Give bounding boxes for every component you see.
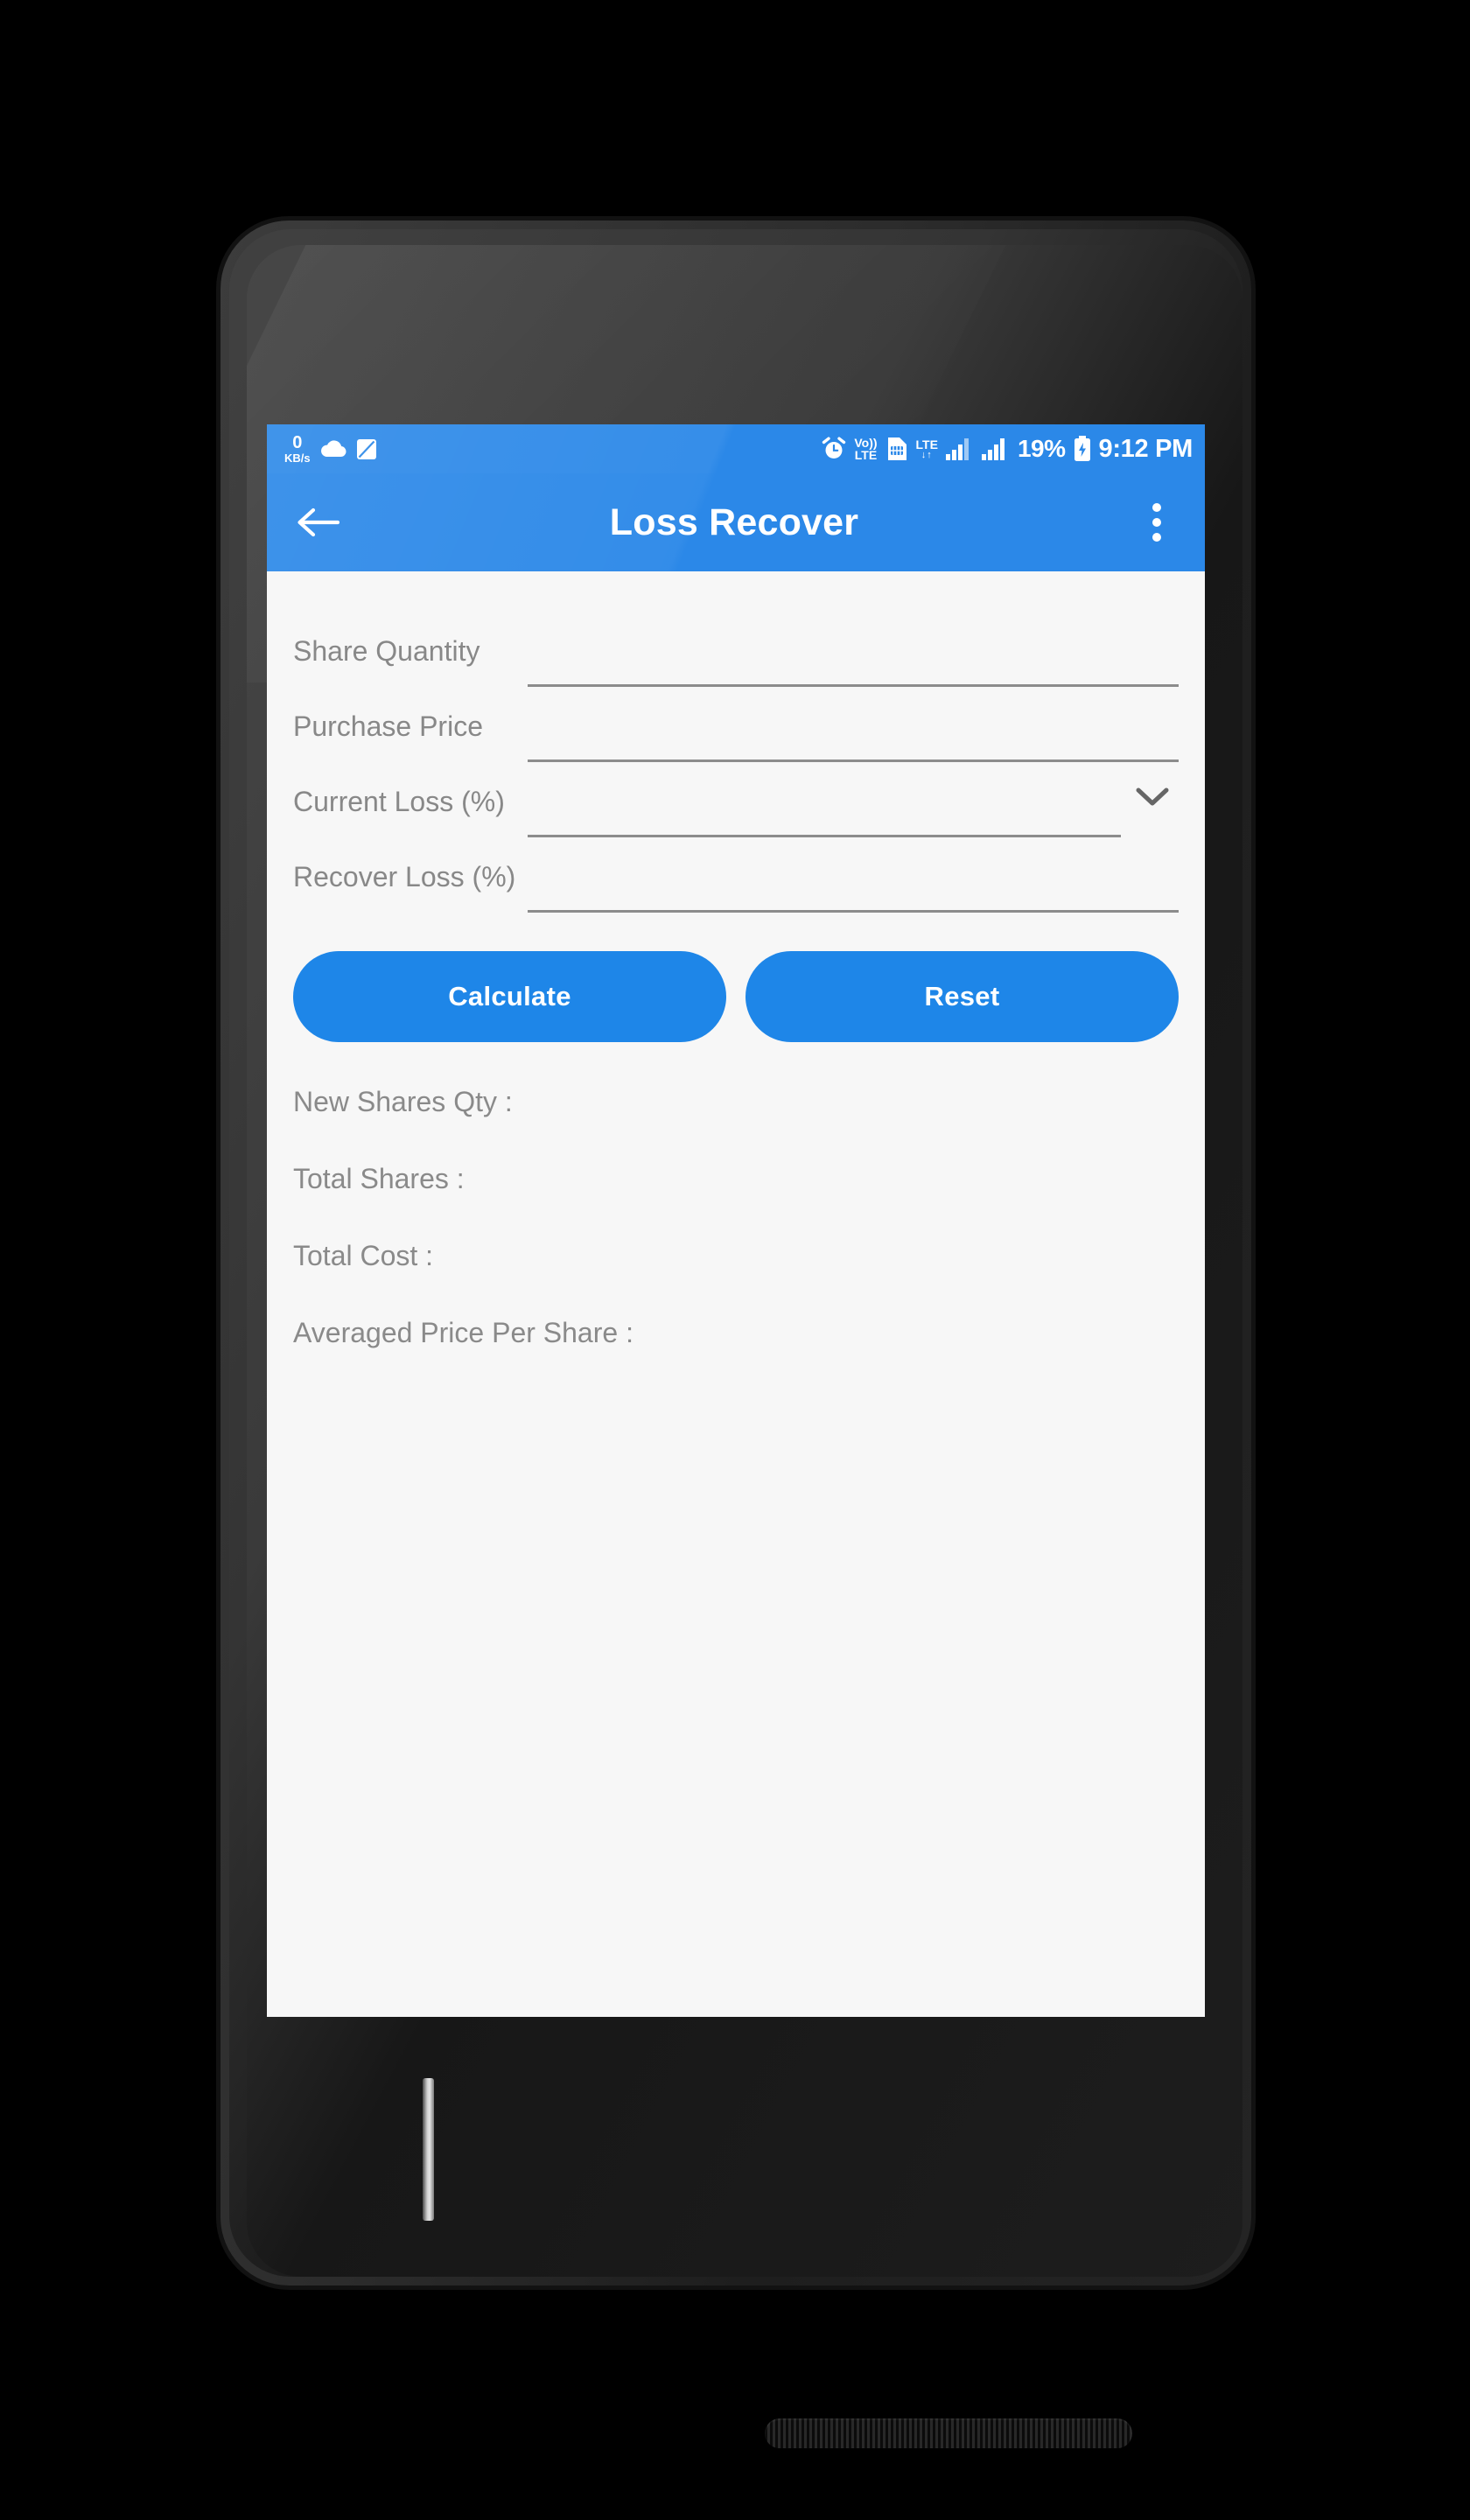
- result-total-cost: Total Cost :: [293, 1240, 434, 1271]
- results-area: New Shares Qty : Total Shares : Total Co…: [267, 1042, 1205, 1349]
- purchase-price-input[interactable]: [528, 708, 1179, 762]
- reset-button[interactable]: Reset: [746, 951, 1179, 1042]
- volte-icon: Vo)) LTE: [854, 435, 878, 462]
- note-icon: [356, 438, 376, 459]
- share-quantity-label: Share Quantity: [293, 635, 480, 667]
- data-rate-value: 0: [292, 433, 303, 452]
- menu-dot: [1152, 503, 1161, 512]
- calculate-button[interactable]: Calculate: [293, 951, 726, 1042]
- current-loss-label: Current Loss (%): [293, 786, 505, 817]
- result-averaged-price-per-share: Averaged Price Per Share :: [293, 1317, 634, 1348]
- recover-loss-input[interactable]: [528, 858, 1179, 913]
- purchase-price-label: Purchase Price: [293, 710, 483, 742]
- data-rate-unit: KB/s: [284, 452, 311, 465]
- status-bar-left-group: 0 KB/s: [284, 434, 377, 464]
- menu-dot: [1152, 518, 1161, 527]
- arrow-left-icon: [298, 508, 340, 537]
- action-button-row: Calculate Reset: [267, 913, 1205, 1042]
- status-bar-right-group: Vo)) LTE LTE ↓↑ 19% 9:12 PM: [822, 435, 1193, 464]
- menu-dot: [1152, 533, 1161, 542]
- cloud-icon: [320, 440, 346, 457]
- result-total-shares: Total Shares :: [293, 1163, 465, 1194]
- volte-top-label: Vo)): [854, 435, 878, 450]
- volte-bottom-label: LTE: [854, 448, 878, 462]
- battery-percent-label: 19%: [1017, 435, 1066, 462]
- form-row-current-loss: Current Loss (%): [293, 762, 1179, 837]
- chevron-down-icon[interactable]: [1133, 778, 1172, 816]
- left-side-button[interactable]: [423, 2078, 434, 2221]
- input-form: Share Quantity Purchase Price Current Lo…: [267, 571, 1205, 913]
- battery-charging-icon: [1074, 436, 1090, 461]
- share-quantity-input[interactable]: [528, 633, 1179, 687]
- signal-bars-icon: [945, 438, 969, 460]
- lte-data-icon: LTE ↓↑: [916, 438, 938, 460]
- signal-bars-icon: [981, 438, 1004, 460]
- lte-label: LTE: [915, 437, 938, 452]
- sim-card-icon: [887, 438, 906, 460]
- result-new-shares-qty: New Shares Qty :: [293, 1086, 513, 1117]
- page-title: Loss Recover: [609, 500, 859, 543]
- status-bar: 0 KB/s Vo)) LTE LTE ↓↑ 19% 9:12 PM: [267, 424, 1205, 473]
- app-bar: Loss Recover: [267, 473, 1205, 571]
- recover-loss-label: Recover Loss (%): [293, 861, 516, 892]
- lte-arrows-label: ↓↑: [920, 449, 933, 460]
- more-vertical-icon[interactable]: [1131, 494, 1182, 550]
- app-screen: 0 KB/s Vo)) LTE LTE ↓↑ 19% 9:12 PM Loss …: [267, 424, 1205, 2017]
- clock-label: 9:12 PM: [1098, 434, 1194, 463]
- current-loss-input[interactable]: [528, 783, 1121, 837]
- data-rate-indicator: 0 KB/s: [284, 434, 311, 464]
- alarm-icon: [822, 437, 846, 458]
- form-row-purchase-price: Purchase Price: [293, 687, 1179, 762]
- form-row-share-quantity: Share Quantity: [293, 612, 1179, 687]
- bottom-speaker-grille: [765, 2418, 1132, 2448]
- form-row-recover-loss: Recover Loss (%): [293, 837, 1179, 913]
